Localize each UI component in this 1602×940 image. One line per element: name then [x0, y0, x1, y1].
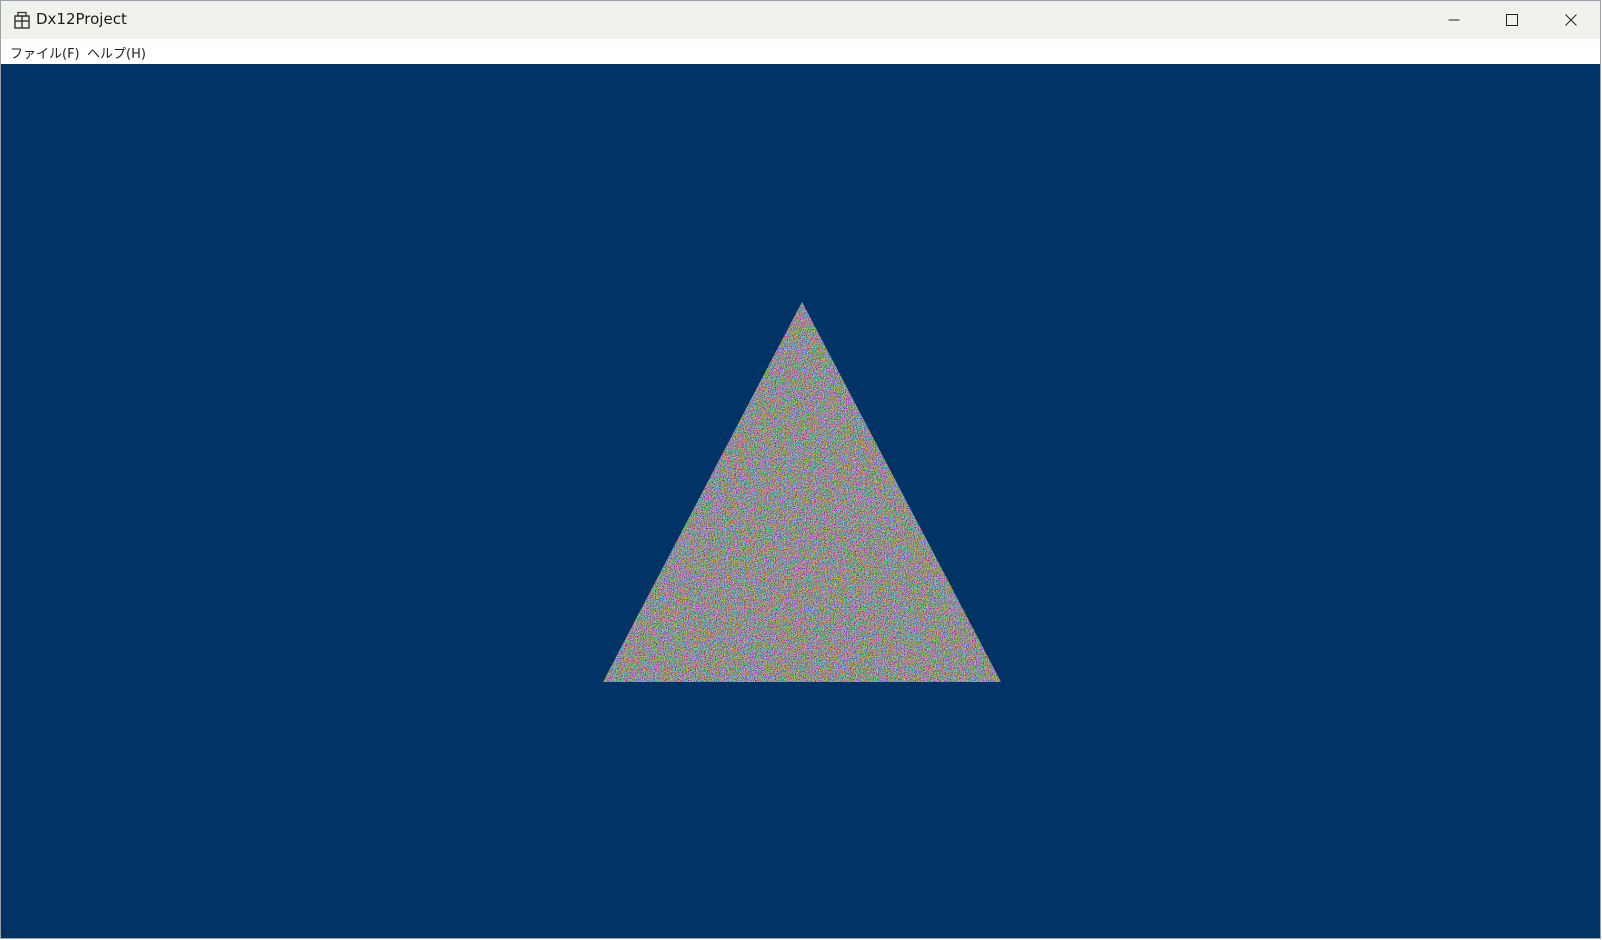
render-viewport[interactable]: [1, 64, 1600, 938]
menu-bar: ファイル(F) ヘルプ(H): [1, 39, 1600, 64]
close-button[interactable]: [1542, 1, 1600, 39]
menu-help[interactable]: ヘルプ(H): [87, 43, 146, 62]
title-bar[interactable]: Dx12Project: [1, 1, 1600, 39]
minimize-button[interactable]: [1425, 1, 1483, 39]
close-icon: [1565, 14, 1577, 26]
noise-textured-triangle: [603, 302, 1001, 682]
app-window: Dx12Project ファイル(F) ヘルプ(H): [0, 0, 1601, 939]
render-scene: [603, 302, 1001, 682]
window-title: Dx12Project: [36, 10, 127, 28]
maximize-icon: [1506, 14, 1518, 26]
maximize-button[interactable]: [1483, 1, 1541, 39]
app-window-icon[interactable]: [13, 11, 31, 29]
minimize-icon: [1448, 14, 1460, 26]
menu-file[interactable]: ファイル(F): [10, 43, 80, 62]
